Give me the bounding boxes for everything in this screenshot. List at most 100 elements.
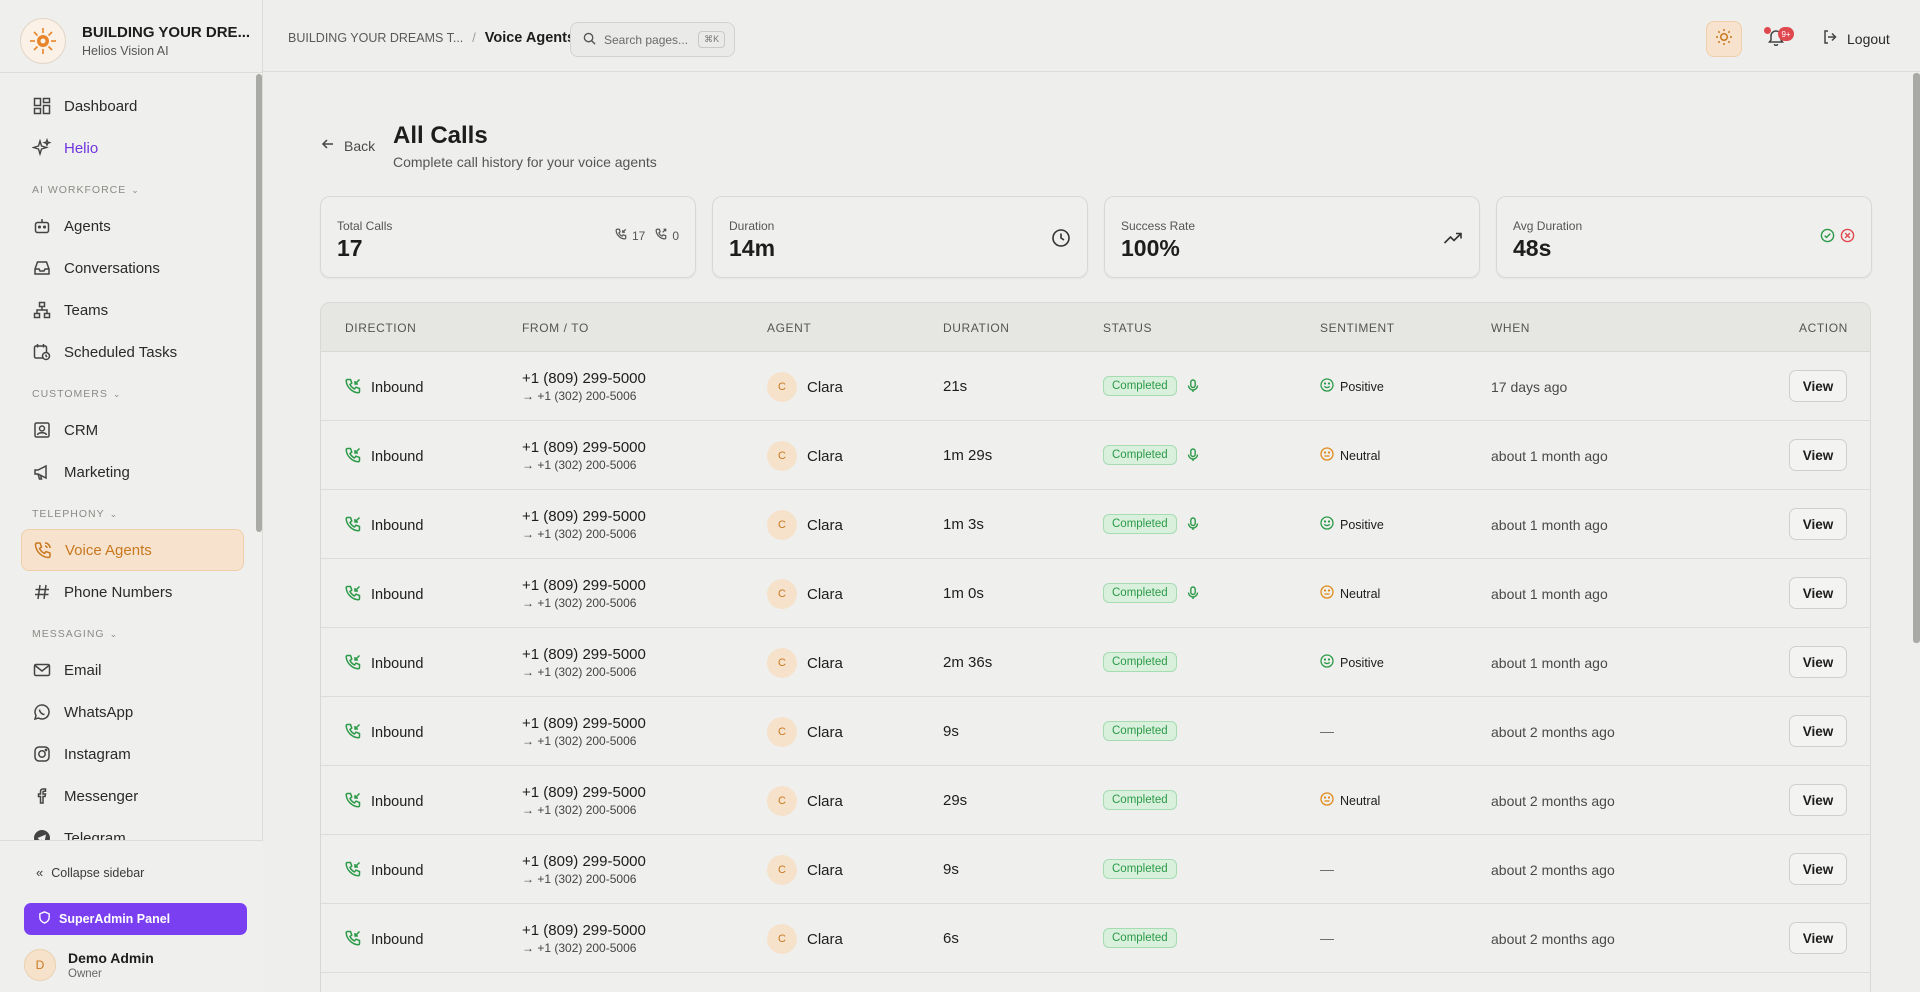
telegram-icon [32,828,52,840]
table-row[interactable]: Inbound +1 (809) 299-5000 → +1 (302) 200… [321,559,1870,628]
sidebar-item-phone-numbers[interactable]: Phone Numbers [21,571,244,613]
from-number: +1 (809) 299-5000 [522,715,646,732]
breadcrumb-parent[interactable]: BUILDING YOUR DREAMS T... [288,31,463,45]
agent-cell: C Clara [767,924,843,954]
column-header-direction: DIRECTION [345,321,417,335]
view-button[interactable]: View [1789,577,1847,609]
view-button[interactable]: View [1789,439,1847,471]
stat-value: 14m [729,235,776,261]
duration-value: 2m 36s [943,654,993,671]
table-row[interactable]: Inbound +1 (809) 299-5000 → +1 (302) 200… [321,904,1870,973]
table-row[interactable]: Inbound +1 (809) 299-5000 → +1 (302) 200… [321,766,1870,835]
chevron-down-icon: ⌄ [131,184,140,195]
sidebar-item-crm[interactable]: CRM [21,409,244,451]
sidebar-item-label: Scheduled Tasks [64,343,178,361]
sidebar-item-label: Messenger [64,787,139,805]
superadmin-panel-button[interactable]: SuperAdmin Panel [24,903,247,935]
direction-label: Inbound [371,794,424,810]
sidebar-item-voice-agents[interactable]: Voice Agents [21,529,244,571]
phone-incoming-icon [345,723,361,743]
sidebar-item-agents[interactable]: Agents [21,205,244,247]
notifications-button[interactable]: 9+ [1763,26,1794,52]
facebook-icon [32,786,52,806]
sentiment-cell: Neutral [1320,585,1380,602]
column-header-duration: DURATION [943,321,1010,335]
view-button[interactable]: View [1789,853,1847,885]
view-button[interactable]: View [1789,508,1847,540]
sidebar-item-conversations[interactable]: Conversations [21,247,244,289]
logout-button[interactable]: Logout [1822,29,1890,48]
section-ai-workforce[interactable]: AI WORKFORCE ⌄ [0,175,256,205]
view-button[interactable]: View [1789,784,1847,816]
shield-icon [38,911,51,927]
contact-icon [32,420,52,440]
from-number: +1 (809) 299-5000 [522,577,646,594]
phone-incoming-icon [345,654,361,674]
arrow-left-icon [321,137,335,154]
search-icon [583,32,596,48]
table-row[interactable]: Inbound +1 (809) 299-5000 → +1 (302) 200… [321,352,1870,421]
table-row[interactable]: Inbound +1 (809) 299-5000 → +1 (302) 200… [321,697,1870,766]
sentiment-label: Neutral [1340,448,1381,463]
when-value: 17 days ago [1491,379,1568,395]
agent-avatar: C [767,924,797,954]
direction-label: Inbound [371,380,424,396]
status-badge: Completed [1103,652,1177,672]
sidebar-item-messenger[interactable]: Messenger [21,775,244,817]
agent-cell: C Clara [767,855,843,885]
view-button[interactable]: View [1789,646,1847,678]
workspace-switcher[interactable]: BUILDING YOUR DRE... Helios Vision AI [20,18,250,64]
microphone-icon[interactable] [1187,379,1199,393]
user-role: Owner [68,968,102,980]
clock-icon [1051,228,1071,248]
mail-icon [32,660,52,680]
sidebar-scrollbar[interactable] [256,74,262,532]
microphone-icon[interactable] [1187,448,1199,462]
to-number: → +1 (302) 200-5006 [522,872,637,886]
check-circle-icon [1820,228,1835,248]
section-messaging[interactable]: MESSAGING ⌄ [0,619,256,649]
view-button[interactable]: View [1789,922,1847,954]
megaphone-icon [32,462,52,482]
user-menu[interactable]: D Demo Admin Owner [24,949,154,981]
search-button[interactable]: Search pages... ⌘K [570,22,735,57]
agent-avatar: C [767,372,797,402]
duration-value: 1m 29s [943,447,993,464]
status-cell: Completed [1103,583,1199,603]
microphone-icon[interactable] [1187,586,1199,600]
from-number: +1 (809) 299-5000 [522,784,646,801]
sidebar-item-teams[interactable]: Teams [21,289,244,331]
when-value: about 2 months ago [1491,931,1615,947]
table-row[interactable]: Inbound +1 (809) 299-5000 → +1 (302) 200… [321,628,1870,697]
view-button[interactable]: View [1789,370,1847,402]
breadcrumb: BUILDING YOUR DREAMS T... / Voice Agents [288,30,575,46]
sidebar-item-whatsapp[interactable]: WhatsApp [21,691,244,733]
duration-value: 1m 0s [943,585,984,602]
back-button[interactable]: Back [321,137,375,154]
stat-value: 100% [1121,235,1180,261]
status-badge: Completed [1103,445,1177,465]
theme-toggle-button[interactable] [1706,21,1742,57]
sidebar-item-label: Conversations [64,259,160,277]
sidebar-item-dashboard[interactable]: Dashboard [21,85,244,127]
direction-label: Inbound [371,863,424,879]
sidebar-item-helio[interactable]: Helio [21,127,244,169]
section-customers[interactable]: CUSTOMERS ⌄ [0,379,256,409]
sidebar-item-instagram[interactable]: Instagram [21,733,244,775]
main-scrollbar[interactable] [1913,73,1920,643]
microphone-icon[interactable] [1187,517,1199,531]
collapse-sidebar-button[interactable]: « Collapse sidebar [36,865,144,880]
sidebar-item-scheduled-tasks[interactable]: Scheduled Tasks [21,331,244,373]
view-button[interactable]: View [1789,715,1847,747]
table-row[interactable]: Inbound +1 (809) 299-5000 → +1 (302) 200… [321,835,1870,904]
to-number: → +1 (302) 200-5006 [522,734,637,748]
section-telephony[interactable]: TELEPHONY ⌄ [0,499,256,529]
duration-value: 6s [943,930,959,947]
table-row[interactable]: Inbound +1 (809) 299-5000 → +1 (302) 200… [321,421,1870,490]
meh-icon [1320,585,1334,602]
sentiment-cell: Positive [1320,516,1384,533]
sidebar-item-marketing[interactable]: Marketing [21,451,244,493]
table-row[interactable]: Inbound +1 (809) 299-5000 → +1 (302) 200… [321,490,1870,559]
sidebar-item-email[interactable]: Email [21,649,244,691]
sidebar-item-telegram[interactable]: Telegram [21,817,244,840]
